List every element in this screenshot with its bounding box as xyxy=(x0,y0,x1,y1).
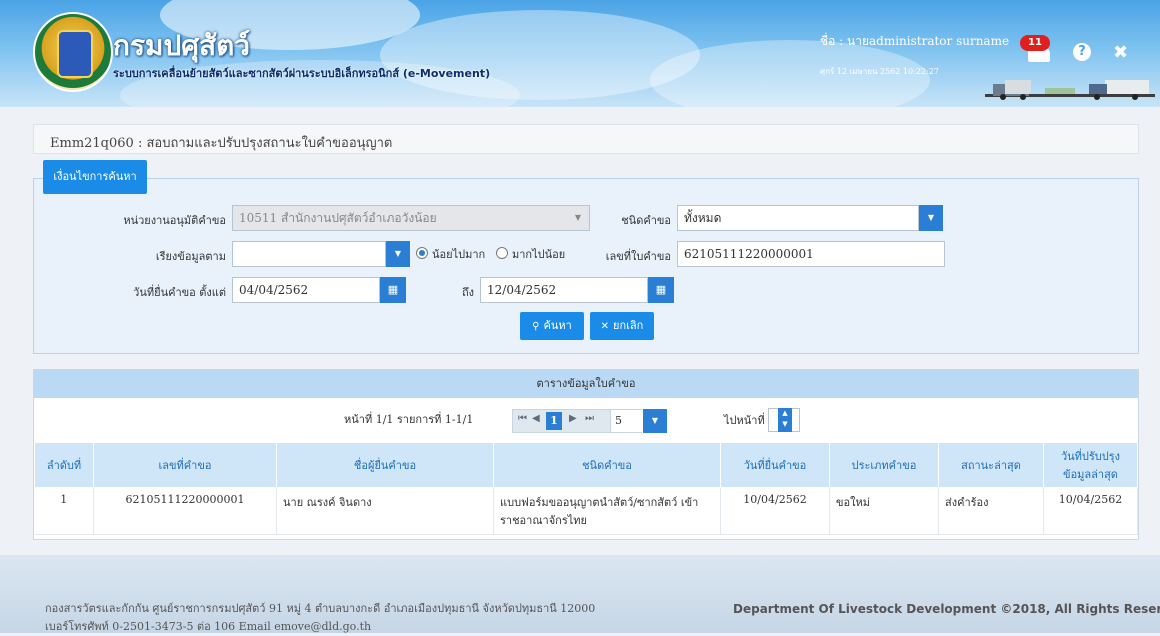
page-title: Emm21q060 : สอบถามและปรับปรุงสถานะใบคำขอ… xyxy=(50,136,393,151)
chevron-down-icon[interactable]: ▼ xyxy=(643,409,667,433)
pager-info: หน้าที่ 1/1 รายการที่ 1-1/1 xyxy=(344,413,474,426)
approver-select: 10511 สำนักงานปศุสัตว์อำเภอวังน้อย ▼ xyxy=(232,205,590,231)
sort-select[interactable] xyxy=(232,241,386,267)
col-header[interactable]: ชื่อผู้ยื่นคำขอ xyxy=(276,442,494,488)
approver-label: หน่วยงานอนุมัติคำขอ xyxy=(123,214,226,227)
app-title: กรมปศุสัตว์ xyxy=(113,29,250,62)
cell-updated-date: 10/04/2562 xyxy=(1043,487,1138,535)
x-icon: ✕ xyxy=(600,321,610,332)
cell-submit-date: 10/04/2562 xyxy=(720,487,830,535)
footer-address-line1: กองสารวัตรและกักกัน ศูนย์ราชการกรมปศุสัต… xyxy=(45,602,596,615)
pager-controls: ⏮ ◀ 1 ▶ ⏭ 5 ▼ xyxy=(512,409,667,433)
search-panel: หน่วยงานอนุมัติคำขอ 10511 สำนักงานปศุสัต… xyxy=(33,178,1139,354)
results-title: ตารางข้อมูลใบคำขอ xyxy=(34,370,1138,398)
prev-page-icon[interactable]: ◀ xyxy=(532,413,540,424)
calendar-icon[interactable]: ▦ xyxy=(648,277,674,303)
footer: กองสารวัตรและกักกัน ศูนย์ราชการกรมปศุสัต… xyxy=(0,555,1160,633)
next-page-icon[interactable]: ▶ xyxy=(569,413,577,424)
cell-request-type: แบบฟอร์มขออนุญาตนำสัตว์/ซากสัตว์ เข้าราช… xyxy=(493,487,721,535)
cell-index: 1 xyxy=(34,487,94,535)
current-datetime: ศุกร์ 12 เมษายน 2562 10:22:27 xyxy=(820,67,939,76)
app-header: กรมปศุสัตว์ ระบบการเคลื่อนย้ายสัตว์และซา… xyxy=(0,0,1160,107)
sort-desc-radio[interactable] xyxy=(496,247,508,259)
search-conditions-tab[interactable]: เงื่อนไขการค้นหา xyxy=(43,160,147,194)
sort-label: เรียงข้อมูลตาม xyxy=(155,250,226,263)
cell-request-no[interactable]: 62105111220000001 xyxy=(93,487,277,535)
col-header[interactable]: เลขที่คำขอ xyxy=(93,442,277,488)
user-name: ชื่อ : นายadministrator surname xyxy=(820,34,1010,48)
request-no-label: เลขที่ใบคำขอ xyxy=(605,250,671,263)
date-from-label: วันที่ยื่นคำขอ ตั้งแต่ xyxy=(133,286,226,299)
footer-address: กองสารวัตรและกักกัน ศูนย์ราชการกรมปศุสัต… xyxy=(45,600,595,636)
approver-value: 10511 สำนักงานปศุสัตว์อำเภอวังน้อย xyxy=(239,211,437,225)
current-page[interactable]: 1 xyxy=(546,412,562,430)
calendar-icon[interactable]: ▦ xyxy=(380,277,406,303)
results-table: ลำดับที่ เลขที่คำขอ ชื่อผู้ยื่นคำขอ ชนิด… xyxy=(34,442,1138,535)
last-page-icon[interactable]: ⏭ xyxy=(585,413,594,424)
col-header[interactable]: ลำดับที่ xyxy=(34,442,94,488)
col-header[interactable]: ประเภทคำขอ xyxy=(829,442,939,488)
question-icon[interactable]: ? xyxy=(1073,43,1091,61)
table-header-row: ลำดับที่ เลขที่คำขอ ชื่อผู้ยื่นคำขอ ชนิด… xyxy=(34,442,1138,488)
request-no-input[interactable]: 62105111220000001 xyxy=(677,241,945,267)
department-logo xyxy=(33,12,113,92)
notification-badge[interactable]: 11 xyxy=(1020,35,1050,51)
date-from-input[interactable]: 04/04/2562 xyxy=(232,277,380,303)
col-header[interactable]: สถานะล่าสุด xyxy=(938,442,1044,488)
first-page-icon[interactable]: ⏮ xyxy=(518,413,527,424)
truck-illustration xyxy=(985,80,1155,100)
chevron-down-icon[interactable]: ▼ xyxy=(386,241,410,267)
sort-asc-label: น้อยไปมาก xyxy=(432,248,486,261)
search-button[interactable]: ⚲ ค้นหา xyxy=(520,312,584,340)
date-to-label: ถึง xyxy=(461,286,474,299)
app-subtitle: ระบบการเคลื่อนย้ายสัตว์และซากสัตว์ผ่านระ… xyxy=(113,67,491,80)
chevron-down-icon[interactable]: ▼ xyxy=(919,205,943,231)
request-type-value: ทั้งหมด xyxy=(684,211,722,225)
date-to-input[interactable]: 12/04/2562 xyxy=(480,277,648,303)
page-spinner-icon[interactable]: ▲ ▼ xyxy=(778,408,792,432)
pager: หน้าที่ 1/1 รายการที่ 1-1/1 ⏮ ◀ 1 ▶ ⏭ 5 … xyxy=(34,398,1138,442)
footer-copyright: Department Of Livestock Development ©201… xyxy=(733,602,1160,616)
goto-page-label: ไปหน้าที่ xyxy=(724,414,765,427)
cancel-button-label: ยกเลิก xyxy=(613,319,644,332)
col-header[interactable]: วันที่ยื่นคำขอ xyxy=(720,442,830,488)
results-panel: ตารางข้อมูลใบคำขอ หน้าที่ 1/1 รายการที่ … xyxy=(33,369,1139,540)
footer-address-line2: เบอร์โทรศัพท์ 0-2501-3473-5 ต่อ 106 Emai… xyxy=(45,620,372,633)
cell-status: ส่งคำร้อง xyxy=(938,487,1044,535)
cancel-button[interactable]: ✕ ยกเลิก xyxy=(590,312,654,340)
search-icon: ⚲ xyxy=(532,321,540,332)
col-header[interactable]: วันที่ปรับปรุงข้อมูลล่าสุด xyxy=(1043,442,1138,488)
sort-asc-radio[interactable] xyxy=(416,247,428,259)
table-row[interactable]: 1 62105111220000001 นาย ณรงค์ จินดาง แบบ… xyxy=(34,487,1138,535)
cell-applicant: นาย ณรงค์ จินดาง xyxy=(276,487,494,535)
cell-category: ขอใหม่ xyxy=(829,487,939,535)
col-header[interactable]: ชนิดคำขอ xyxy=(493,442,721,488)
request-type-label: ชนิดคำขอ xyxy=(621,214,671,227)
close-icon[interactable]: ✖ xyxy=(1113,42,1128,63)
page-size-select[interactable]: 5 xyxy=(610,410,642,432)
search-button-label: ค้นหา xyxy=(543,319,572,332)
request-type-select[interactable]: ทั้งหมด xyxy=(677,205,919,231)
page-title-bar: Emm21q060 : สอบถามและปรับปรุงสถานะใบคำขอ… xyxy=(33,124,1139,154)
sort-desc-label: มากไปน้อย xyxy=(512,248,566,261)
